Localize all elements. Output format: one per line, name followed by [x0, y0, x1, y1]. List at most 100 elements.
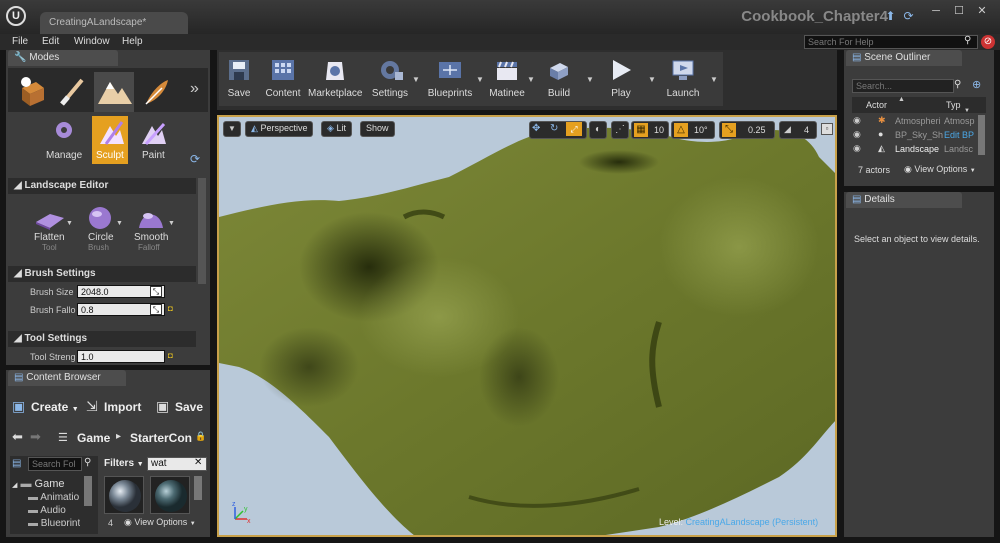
scale-icon[interactable]: ⤢ [566, 122, 582, 136]
search-icon[interactable]: ⚲ [954, 79, 961, 90]
cb-view-options-button[interactable]: ◉ View Options ▼ [124, 517, 196, 528]
folder-search-input[interactable]: Search Fol [28, 457, 82, 471]
back-arrow-icon[interactable]: ⬅ [12, 429, 23, 445]
foliage-mode-icon[interactable] [138, 72, 174, 110]
folder-tree-icon[interactable]: ☰ [58, 431, 68, 444]
scene-outliner-tab[interactable]: ▤ Scene Outliner [846, 50, 962, 66]
visibility-eye-icon[interactable]: ◉ [853, 115, 861, 126]
viewport-options-button[interactable]: ▼ [223, 121, 241, 137]
dropdown-icon[interactable]: ▼ [964, 108, 970, 114]
create-button[interactable]: Create ▼ [31, 400, 79, 414]
expand-icon[interactable]: ⤡ [150, 286, 162, 297]
landscape-mode-icon[interactable] [94, 72, 134, 112]
flatten-dropdown-icon[interactable]: ▼ [66, 220, 73, 227]
filters-button[interactable]: Filters ▼ [104, 458, 144, 469]
close-button[interactable]: ✕ [974, 4, 990, 18]
blueprints-dropdown-icon[interactable]: ▼ [476, 75, 484, 84]
smooth-dropdown-icon[interactable]: ▼ [168, 220, 175, 227]
visibility-eye-icon[interactable]: ◉ [853, 143, 861, 154]
rotate-icon[interactable]: ↻ [550, 123, 558, 134]
search-icon[interactable]: ⚲ [84, 457, 91, 468]
maximize-viewport-icon[interactable]: ▫ [821, 123, 833, 135]
world-local-icon[interactable]: ◐ [589, 121, 607, 139]
outliner-row[interactable]: ◉ ● BP_Sky_Sh Edit BP [852, 129, 978, 142]
brush-settings-header[interactable]: ◢ Brush Settings [8, 266, 196, 282]
circle-label[interactable]: Circle [88, 232, 114, 243]
rotation-snap-control[interactable]: △ 10° [671, 121, 715, 139]
play-button[interactable]: Play [604, 54, 638, 104]
perspective-button[interactable]: ◭ Perspective [245, 121, 314, 137]
camera-speed-control[interactable]: ◢ 4 [779, 121, 817, 139]
outliner-view-options-button[interactable]: ◉ View Options ▼ [904, 164, 976, 175]
manage-label[interactable]: Manage [46, 150, 82, 161]
edit-blueprint-link[interactable]: Edit BP [944, 130, 974, 140]
path-game[interactable]: Game [77, 431, 110, 445]
smooth-falloff-icon[interactable] [136, 204, 166, 232]
paint-mode-icon[interactable] [54, 72, 90, 110]
minimize-button[interactable]: ─ [928, 4, 944, 18]
chevron-right-icon[interactable]: » [190, 80, 199, 98]
show-button[interactable]: Show [360, 121, 395, 137]
build-button[interactable]: Build [542, 54, 576, 104]
marketplace-button[interactable]: Marketplace [308, 54, 362, 104]
folder-animation[interactable]: ▬ Animatio [28, 492, 79, 503]
paint-label[interactable]: Paint [142, 150, 165, 161]
refresh-icon[interactable]: ⟳ [190, 152, 200, 166]
reset-arrow-icon[interactable]: ◘ [168, 351, 173, 360]
clear-search-icon[interactable]: ✕ [194, 457, 202, 468]
modes-scrollbar[interactable] [198, 178, 206, 284]
stop-icon[interactable]: ⊘ [981, 35, 995, 49]
landscape-editor-header[interactable]: ◢ Landscape Editor [8, 178, 196, 194]
tool-strength-field[interactable]: 1.0 [77, 350, 165, 363]
circle-dropdown-icon[interactable]: ▼ [116, 220, 123, 227]
lit-button[interactable]: ◈ Lit [321, 121, 352, 137]
matinee-dropdown-icon[interactable]: ▼ [527, 75, 535, 84]
visibility-eye-icon[interactable]: ◉ [853, 129, 861, 140]
path-startercontent[interactable]: StarterCon [130, 431, 192, 445]
play-dropdown-icon[interactable]: ▼ [648, 75, 656, 84]
actor-column-header[interactable]: Actor [866, 100, 887, 110]
details-tab[interactable]: ▤ Details [846, 192, 962, 208]
source-control-icon[interactable]: ⬆ [884, 10, 897, 23]
document-tab[interactable]: CreatingALandscape* [40, 12, 188, 34]
menu-file[interactable]: File [12, 36, 28, 47]
lock-icon[interactable]: 🔒 [195, 431, 206, 442]
flatten-label[interactable]: Flatten [34, 232, 65, 243]
menu-edit[interactable]: Edit [42, 36, 59, 47]
save-all-button[interactable]: Save [175, 400, 203, 414]
menu-help[interactable]: Help [122, 36, 143, 47]
outliner-row[interactable]: ◉ ✱ Atmospheri Atmosp [852, 115, 978, 128]
level-viewport[interactable]: ▼ ◭ Perspective ◈ Lit Show ✥ ↻ ⤢ ◐ ⋰ ▦ 1… [217, 115, 837, 537]
tool-settings-header[interactable]: ◢ Tool Settings [8, 331, 196, 347]
outliner-search-input[interactable]: Search... [852, 79, 954, 93]
content-browser-tab[interactable]: ▤ Content Browser [8, 370, 126, 386]
menu-window[interactable]: Window [74, 36, 110, 47]
asset-thumbnail[interactable] [150, 476, 190, 514]
place-mode-icon[interactable] [14, 72, 50, 110]
surface-snap-icon[interactable]: ⋰ [611, 121, 629, 139]
grid-snap-control[interactable]: ▦ 10 [631, 121, 669, 139]
launch-dropdown-icon[interactable]: ▼ [710, 75, 718, 84]
notification-icon[interactable]: ⟳ [902, 10, 915, 23]
expand-icon[interactable]: ⤡ [150, 304, 162, 315]
create-folder-icon[interactable]: ⊕ [972, 78, 981, 91]
folder-audio[interactable]: ▬ Audio [28, 505, 66, 516]
reset-arrow-icon[interactable]: ◘ [168, 304, 173, 313]
outliner-scrollbar[interactable] [978, 115, 985, 155]
search-icon[interactable]: ⚲ [964, 35, 971, 46]
folder-blueprint[interactable]: ▬ Blueprint [28, 518, 80, 526]
save-button[interactable]: Save [222, 54, 256, 104]
asset-scrollbar[interactable] [194, 476, 202, 500]
smooth-label[interactable]: Smooth [134, 232, 168, 243]
translate-icon[interactable]: ✥ [532, 123, 540, 134]
flatten-tool-icon[interactable] [34, 204, 66, 232]
manage-icon[interactable] [50, 118, 80, 148]
circle-brush-icon[interactable] [86, 204, 114, 232]
maximize-button[interactable]: ☐ [951, 4, 967, 18]
outliner-row[interactable]: ◉ ◭ Landscape Landsc [852, 143, 978, 156]
settings-button[interactable]: Settings [370, 54, 410, 104]
modes-tab[interactable]: 🔧 Modes [8, 50, 118, 66]
asset-thumbnail[interactable] [104, 476, 144, 514]
content-button[interactable]: Content [262, 54, 304, 104]
paint-icon[interactable] [138, 118, 168, 148]
